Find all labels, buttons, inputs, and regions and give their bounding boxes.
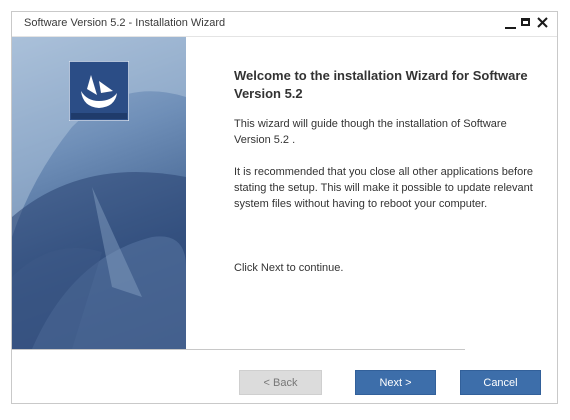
- cancel-button[interactable]: Cancel: [460, 370, 541, 395]
- window-controls: [504, 15, 549, 31]
- wizard-content: Welcome to the installation Wizard for S…: [186, 37, 557, 349]
- wizard-side-banner: [12, 37, 186, 349]
- title-bar[interactable]: Software Version 5.2 - Installation Wiza…: [12, 12, 557, 37]
- app-logo-icon: [68, 60, 130, 122]
- minimize-icon[interactable]: [504, 15, 517, 31]
- close-icon[interactable]: [536, 15, 549, 31]
- back-button[interactable]: < Back: [239, 370, 322, 395]
- welcome-heading: Welcome to the installation Wizard for S…: [234, 68, 528, 101]
- maximize-icon[interactable]: [520, 15, 533, 31]
- next-button[interactable]: Next >: [355, 370, 436, 395]
- footer-divider: [12, 349, 465, 350]
- installer-window: Software Version 5.2 - Installation Wiza…: [11, 11, 558, 404]
- continue-instruction: Click Next to continue.: [234, 262, 344, 274]
- intro-text: This wizard will guide though the instal…: [234, 118, 507, 146]
- recommendation-text: It is recommended that you close all oth…: [234, 166, 533, 210]
- window-title: Software Version 5.2 - Installation Wiza…: [24, 17, 226, 29]
